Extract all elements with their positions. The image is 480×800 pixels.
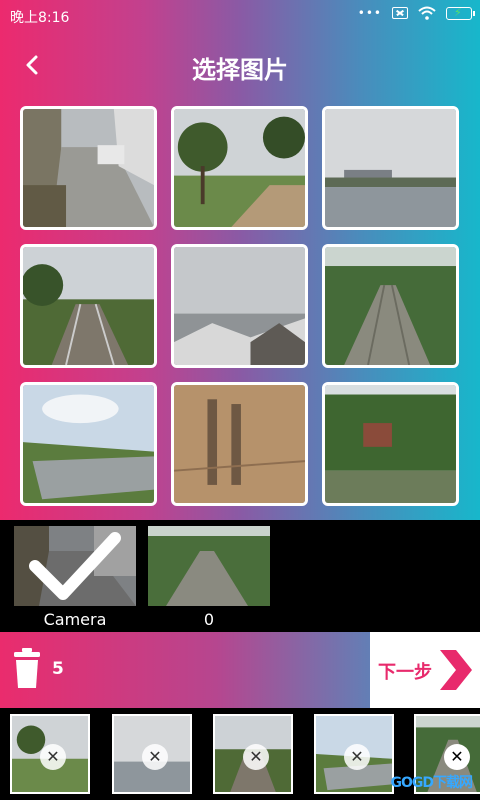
action-bar: 5 下一步	[0, 632, 480, 708]
wifi-icon	[418, 6, 436, 20]
no-sim-icon	[392, 7, 408, 19]
photo-tile[interactable]	[322, 106, 459, 230]
selected-thumb[interactable]: ✕	[314, 714, 394, 794]
close-icon[interactable]: ✕	[142, 744, 168, 770]
close-icon[interactable]: ✕	[344, 744, 370, 770]
album-strip: Camera 0	[0, 520, 480, 632]
selected-thumb[interactable]: ✕	[112, 714, 192, 794]
page-title: 选择图片	[192, 56, 288, 84]
photo-tile[interactable]	[20, 244, 157, 368]
status-bar: 晚上8:16 ••• ⚡	[0, 0, 480, 32]
selected-thumb[interactable]: ✕	[10, 714, 90, 794]
selected-thumbs-strip: ✕ ✕ ✕ ✕ ✕ GOGD下载网	[0, 708, 480, 800]
photo-tile[interactable]	[20, 106, 157, 230]
album-label: 0	[203, 610, 215, 629]
photo-tile[interactable]	[171, 244, 308, 368]
more-dots-icon: •••	[357, 6, 382, 20]
photo-tile[interactable]	[20, 382, 157, 506]
photo-tile[interactable]	[171, 382, 308, 506]
selected-count: 5	[52, 659, 64, 679]
album-label: Camera	[43, 610, 107, 629]
watermark: GOGD下载网	[390, 775, 473, 791]
close-icon[interactable]: ✕	[40, 744, 66, 770]
close-icon[interactable]: ✕	[243, 744, 269, 770]
check-icon	[29, 532, 121, 600]
title-bar: 选择图片	[0, 36, 480, 96]
photo-tile[interactable]	[322, 244, 459, 368]
album-0[interactable]	[148, 526, 270, 606]
photo-grid	[20, 106, 460, 520]
album-camera[interactable]	[14, 526, 136, 606]
close-icon[interactable]: ✕	[444, 744, 470, 770]
selected-check-overlay	[14, 526, 136, 606]
battery-charging-icon: ⚡	[446, 6, 475, 20]
photo-tile[interactable]	[171, 106, 308, 230]
trash-icon[interactable]	[10, 648, 44, 690]
status-icons: ••• ⚡	[357, 6, 475, 20]
arrow-right-icon	[440, 650, 472, 690]
selected-thumb[interactable]: ✕	[213, 714, 293, 794]
next-step-label: 下一步	[378, 662, 432, 683]
photo-tile[interactable]	[322, 382, 459, 506]
next-step-button[interactable]: 下一步	[370, 632, 480, 708]
status-time: 晚上8:16	[10, 10, 70, 26]
